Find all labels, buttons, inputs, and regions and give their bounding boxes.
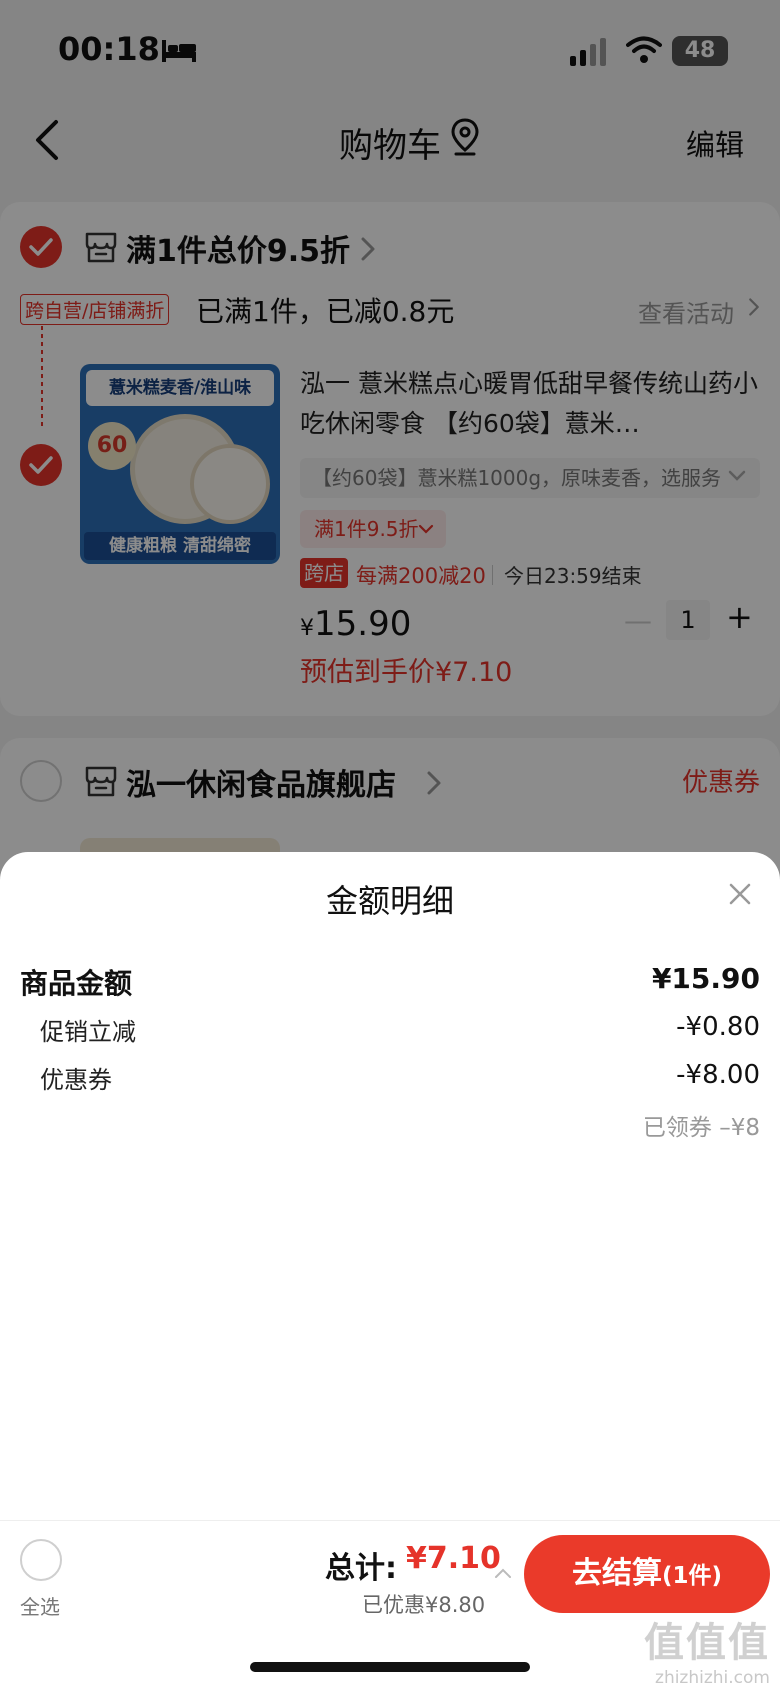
close-icon[interactable] (728, 882, 752, 906)
checkout-count: (1件) (661, 1563, 723, 1589)
watermark-logo: 值值值 (644, 1620, 770, 1666)
promo-discount-value: -¥0.80 (676, 1012, 760, 1042)
coupon-hint: 已领券 –¥8 (642, 1115, 760, 1141)
home-indicator (250, 1662, 530, 1672)
watermark-url: zhizhizhi.com (655, 1668, 770, 1688)
watermark: 值值值 zhizhizhi.com (644, 1610, 770, 1688)
goods-amount-label: 商品金额 (20, 967, 133, 1000)
discount-summary[interactable]: 已优惠¥8.80 (362, 1589, 485, 1619)
select-all-checkbox[interactable] (20, 1539, 62, 1581)
select-all-label[interactable]: 全选 (20, 1591, 60, 1620)
total-label: 总计: (325, 1551, 397, 1586)
coupon-value: -¥8.00 (676, 1060, 760, 1090)
checkout-button[interactable]: 去结算(1件) (524, 1535, 770, 1613)
coupon-label: 优惠券 (40, 1066, 112, 1094)
total-value: ¥7.10 (406, 1541, 501, 1576)
goods-amount-value: ¥15.90 (651, 962, 760, 995)
sheet-title: 金额明细 (325, 882, 454, 920)
promo-discount-label: 促销立减 (40, 1018, 136, 1046)
checkout-label: 去结算 (571, 1556, 662, 1591)
chevron-up-icon[interactable] (494, 1567, 512, 1579)
